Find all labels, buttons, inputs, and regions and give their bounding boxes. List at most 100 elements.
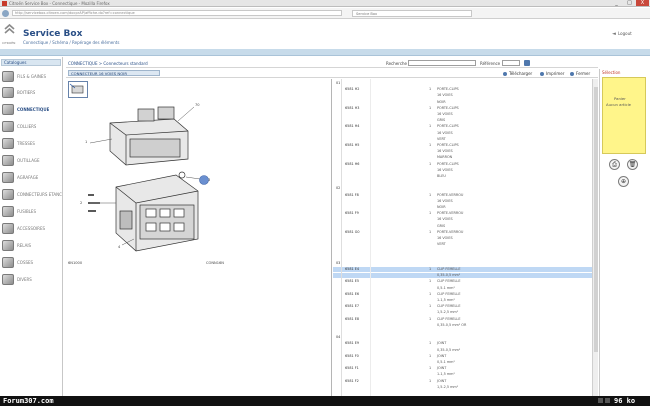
table-row[interactable]	[333, 180, 593, 185]
table-cell-ref: 6581 E7	[345, 304, 360, 309]
sidebar-item-outillage[interactable]: OUTILLAGE	[2, 154, 62, 169]
table-row[interactable]: 6581 F2 1 JOINT	[333, 379, 593, 384]
print-icon[interactable]: ⎙	[609, 159, 620, 170]
table-row[interactable]: 02	[333, 186, 593, 191]
table-row[interactable]: 1,5-2,5 mm²	[333, 310, 593, 315]
address-field[interactable]: http://servicebox.citroen.com/docprAP/af…	[12, 10, 342, 16]
part-select[interactable]: CONNECTEUR 16 VOIES NOIR	[68, 70, 160, 76]
table-row[interactable]: 6581 H6 1 PORTE-CLIPS	[333, 162, 593, 167]
table-row[interactable]: 6581 E6 1 CLIP FEMELLE	[333, 292, 593, 297]
table-row[interactable]: 16 VOIES	[333, 131, 593, 136]
sidebar-item-relais[interactable]: RELAIS	[2, 239, 62, 254]
table-row[interactable]: 16 VOIES	[333, 93, 593, 98]
table-row[interactable]: 0,35-0,5 mm²	[333, 273, 593, 279]
browser-tab[interactable]: Service Box	[352, 10, 472, 17]
table-cell-ref: 6581 E6	[345, 291, 360, 296]
table-row[interactable]: 01	[333, 81, 593, 86]
table-cell-group: 03	[336, 260, 341, 265]
download-button[interactable]: Télécharger	[503, 71, 532, 76]
sidebar-item-fusibles[interactable]: FUSIBLES	[2, 205, 62, 220]
sidebar-item-connectique[interactable]: CONNECTIQUE	[2, 103, 62, 118]
trash-icon[interactable]: 🗑	[627, 159, 638, 170]
table-row[interactable]: 0,5-1 mm²	[333, 360, 593, 365]
close-view-button[interactable]: Fermer	[570, 71, 590, 76]
table-row[interactable]: 6581 H2 1 PORTE-CLIPS	[333, 87, 593, 92]
table-row[interactable]: 6581 H4 1 PORTE-CLIPS	[333, 124, 593, 129]
logout-icon[interactable]: ◄	[612, 31, 616, 37]
table-cell-ref: 6581 H6	[345, 161, 360, 166]
sidebar-item-cosses[interactable]: COSSES	[2, 256, 62, 271]
sidebar-item-fils[interactable]: FILS & GAINES	[2, 70, 62, 85]
table-cell-ref: 6581 H4	[345, 124, 360, 129]
sidebar-item-tresses[interactable]: TRESSES	[2, 137, 62, 152]
sidebar-item-divers[interactable]: DIVERS	[2, 273, 62, 288]
table-row[interactable]: 0,5-1 mm²	[333, 286, 593, 291]
table-row[interactable]: VERT	[333, 242, 593, 247]
table-row[interactable]: 6581 E4 1 CLIP FEMELLE	[333, 267, 593, 272]
clamp-icon	[2, 121, 14, 132]
cart-icon[interactable]: ⊕	[618, 176, 629, 187]
table-row[interactable]: 1-1,5 mm²	[333, 298, 593, 303]
table-row[interactable]	[333, 248, 593, 253]
table-row[interactable]	[333, 329, 593, 334]
sidebar-item-etanches[interactable]: CONNECTEURS ETANCHES	[2, 188, 62, 203]
sidebar-item-agrafage[interactable]: AGRAFAGE	[2, 171, 62, 186]
table-row[interactable]: 6581 F0 1 JOINT	[333, 354, 593, 359]
table-row[interactable]: 6581 F9 1 PORTE-VERROU	[333, 211, 593, 216]
table-row[interactable]: GRIS	[333, 118, 593, 123]
table-row[interactable]: 6581 G0 1 PORTE-VERROU	[333, 230, 593, 235]
table-scrollbar[interactable]	[592, 79, 598, 396]
table-row[interactable]: 6581 E9 1 JOINT	[333, 341, 593, 346]
table-cell-desc: 1-1,5 mm²	[437, 298, 455, 302]
fuse-icon	[2, 206, 14, 217]
search-go-button[interactable]	[524, 60, 530, 66]
table-cell-desc: JOINT	[437, 378, 447, 383]
sidebar-item-accessoires[interactable]: ACCESSOIRES	[2, 222, 62, 237]
table-row[interactable]: 6581 F1 1 JOINT	[333, 366, 593, 371]
table-row[interactable]: 16 VOIES	[333, 236, 593, 241]
table-row[interactable]: VERT	[333, 137, 593, 142]
print-button[interactable]: Imprimer	[540, 71, 564, 76]
table-row[interactable]: MARRON	[333, 155, 593, 160]
ref-input[interactable]	[502, 60, 520, 66]
table-row[interactable]: 6581 H3 1 PORTE-CLIPS	[333, 106, 593, 111]
table-row[interactable]: 6581 H5 1 PORTE-CLIPS	[333, 143, 593, 148]
back-icon[interactable]	[2, 10, 9, 17]
table-cell-desc: 0,5-1 mm²	[437, 360, 455, 364]
table-cell-desc: PORTE-CLIPS	[437, 143, 459, 147]
table-row[interactable]: 0,35-0,5 mm² OR	[333, 323, 593, 328]
table-row[interactable]: 16 VOIES	[333, 112, 593, 117]
table-row[interactable]	[333, 255, 593, 260]
table-row[interactable]: 16 VOIES	[333, 168, 593, 173]
table-row[interactable]: 16 VOIES	[333, 217, 593, 222]
logout-link[interactable]: Logout	[618, 31, 632, 36]
table-row[interactable]: 6581 E7 1 CLIP FEMELLE	[333, 304, 593, 309]
basket-note[interactable]: Panier Aucun article	[602, 77, 646, 154]
table-row[interactable]: BLEU	[333, 174, 593, 179]
table-row[interactable]: 6581 F8 1 PORTE-VERROU	[333, 193, 593, 198]
table-row[interactable]: GRIS	[333, 224, 593, 229]
table-cell-ref: 6581 H5	[345, 143, 360, 147]
sidebar-item-boitiers[interactable]: BOITIERS	[2, 86, 62, 101]
table-row[interactable]: 03	[333, 261, 593, 266]
minimize-button[interactable]: _	[610, 0, 623, 6]
table-row[interactable]: 16 VOIES	[333, 149, 593, 154]
scrollbar-thumb[interactable]	[594, 87, 598, 352]
table-row[interactable]: NOIR	[333, 205, 593, 210]
maximize-button[interactable]: □	[623, 0, 636, 6]
sidebar-item-colliers[interactable]: COLLIERS	[2, 120, 62, 135]
table-row[interactable]: 16 VOIES	[333, 199, 593, 204]
search-input[interactable]	[408, 60, 476, 66]
table-row[interactable]: NOIR	[333, 100, 593, 105]
table-cell-qty: 1	[429, 353, 432, 358]
ref-label: Référence	[480, 61, 501, 66]
breadcrumb[interactable]: CONNECTIQUE > Connecteurs standard	[68, 61, 148, 66]
close-window-button[interactable]: X	[636, 0, 649, 6]
table-row[interactable]: 1,5-2,5 mm²	[333, 385, 593, 390]
table-row[interactable]: 6581 E5 1 CLIP FEMELLE	[333, 279, 593, 284]
table-row[interactable]: 6581 E8 1 CLIP FEMELLE	[333, 317, 593, 322]
table-row[interactable]: 04	[333, 335, 593, 340]
table-row[interactable]: 0,35-0,5 mm²	[333, 348, 593, 353]
table-row[interactable]: 1-1,5 mm²	[333, 372, 593, 377]
table-column-divider	[341, 79, 342, 396]
